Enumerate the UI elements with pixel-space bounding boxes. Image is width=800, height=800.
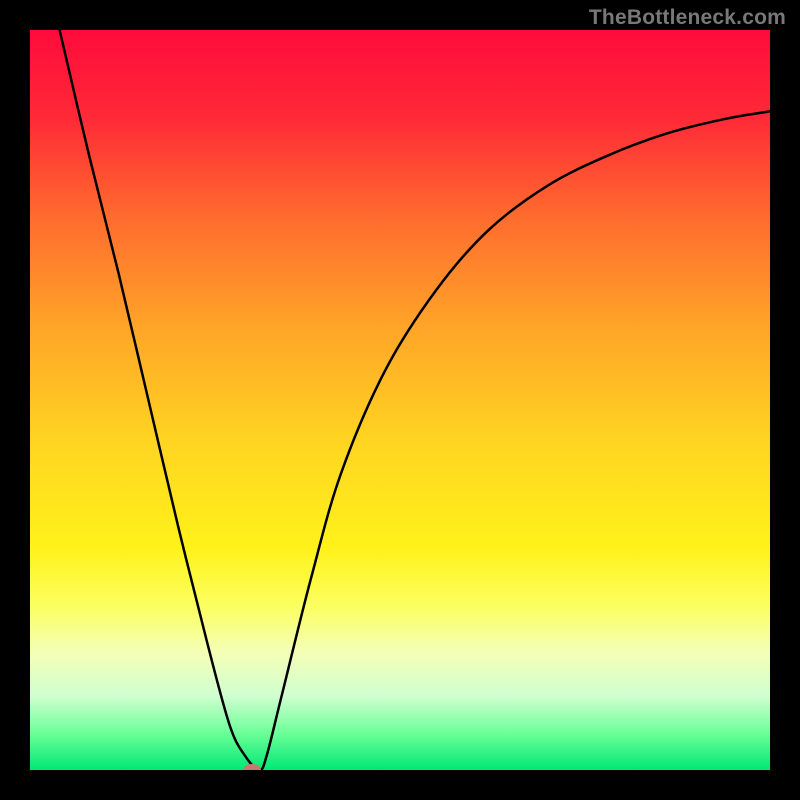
watermark-text: TheBottleneck.com [589,6,786,30]
chart-frame: TheBottleneck.com [0,0,800,800]
bottleneck-curve [60,30,770,770]
curve-layer [30,30,770,770]
plot-area [30,30,770,770]
minimum-marker [243,764,261,770]
